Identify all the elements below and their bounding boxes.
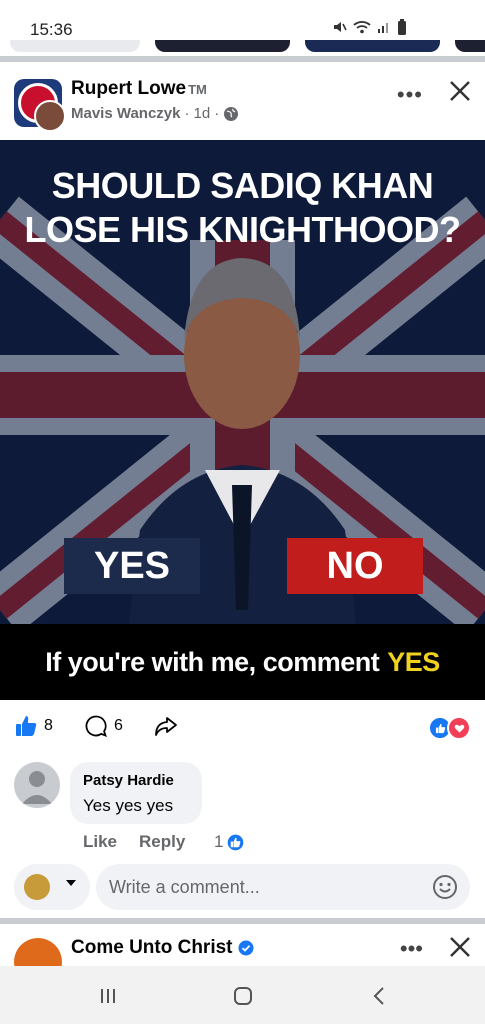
next-post-name[interactable]: Come Unto Christ (71, 937, 254, 959)
next-post-avatar[interactable] (14, 938, 62, 968)
story-tile[interactable] (305, 40, 440, 52)
like-icon (226, 832, 246, 852)
meta-separator: · (214, 105, 220, 122)
post-more-button[interactable]: ••• (397, 82, 423, 108)
meta-separator: · (184, 105, 190, 122)
like-count: 8 (44, 717, 53, 734)
feed-divider (0, 918, 485, 924)
story-tile[interactable] (10, 40, 140, 52)
post-author[interactable]: Mavis Wanczyk (71, 105, 181, 122)
image-no-label: NO (287, 538, 423, 594)
mute-icon (334, 22, 347, 32)
feed-divider (0, 56, 485, 62)
comment-author[interactable]: Patsy Hardie (83, 772, 174, 789)
image-title: SHOULD SADIQ KHAN LOSE HIS KNIGHTHOOD? (0, 164, 485, 252)
commenter-avatar[interactable] (14, 762, 60, 808)
recent-apps-icon[interactable] (94, 982, 122, 1010)
thumbs-up-icon (16, 716, 37, 736)
next-post-name-text[interactable]: Come Unto Christ (71, 937, 233, 959)
comment-bubble[interactable]: Patsy Hardie Yes yes yes (70, 762, 202, 824)
like-button[interactable]: 8 (14, 714, 53, 738)
post-header: Rupert Lowe TM Mavis Wanczyk · 1d · ••• (0, 66, 485, 140)
caret-down-icon (66, 880, 76, 886)
image-title-line2: LOSE HIS KNIGHTHOOD? (24, 209, 461, 250)
image-footer: If you're with me, comment YES (0, 624, 485, 700)
system-nav-bar (0, 966, 485, 1024)
share-button[interactable] (153, 714, 179, 738)
close-icon[interactable] (447, 934, 473, 960)
comment-identity-switcher[interactable] (14, 864, 90, 910)
comment-text: Yes yes yes (83, 796, 174, 815)
next-post-header: Come Unto Christ ••• (0, 928, 485, 968)
comment-input[interactable]: Write a comment... (96, 864, 470, 910)
comment-icon (85, 715, 107, 737)
commenter-profile-avatar (24, 874, 50, 900)
wifi-icon (353, 21, 371, 34)
reaction-summary[interactable] (428, 716, 471, 740)
post-actions: 8 6 (0, 702, 485, 750)
status-time: 15:36 (30, 20, 73, 39)
stories-strip[interactable] (0, 40, 485, 54)
comment-actions: Like Reply (83, 832, 185, 852)
post-meta: Mavis Wanczyk · 1d · (71, 105, 239, 122)
group-name-text[interactable]: Rupert Lowe (71, 78, 186, 99)
image-title-line1: SHOULD SADIQ KHAN (51, 165, 434, 206)
signal-icon (378, 23, 388, 33)
comment-count: 6 (114, 717, 123, 734)
next-post-more-button[interactable]: ••• (400, 936, 423, 962)
post-image[interactable]: SHOULD SADIQ KHAN LOSE HIS KNIGHTHOOD? Y… (0, 140, 485, 700)
globe-icon (224, 106, 239, 121)
image-footer-highlight: YES (387, 646, 440, 677)
story-tile[interactable] (155, 40, 290, 52)
image-footer-text: If you're with me, comment (45, 646, 380, 677)
author-avatar[interactable] (34, 100, 66, 132)
comment-reply-button[interactable]: Reply (139, 832, 185, 852)
emoji-icon[interactable] (432, 874, 458, 900)
home-icon[interactable] (229, 982, 257, 1010)
close-icon[interactable] (447, 78, 473, 104)
battery-icon (398, 19, 406, 35)
group-name[interactable]: Rupert Lowe TM (71, 78, 207, 100)
comment-like-button[interactable]: Like (83, 832, 117, 852)
story-tile[interactable] (455, 40, 485, 52)
love-icon (447, 716, 471, 740)
back-icon[interactable] (366, 982, 394, 1010)
comment-like-count: 1 (214, 832, 224, 851)
comment-input-placeholder: Write a comment... (109, 877, 260, 897)
default-avatar-icon (22, 771, 52, 804)
comment-reaction-count[interactable]: 1 (214, 832, 246, 852)
post-time[interactable]: 1d (194, 105, 211, 122)
image-yes-label: YES (64, 538, 200, 594)
group-name-suffix: TM (188, 82, 207, 97)
status-icons (331, 19, 407, 35)
share-icon (155, 717, 177, 736)
comment-button[interactable]: 6 (84, 714, 123, 738)
verified-badge-icon (238, 940, 253, 956)
